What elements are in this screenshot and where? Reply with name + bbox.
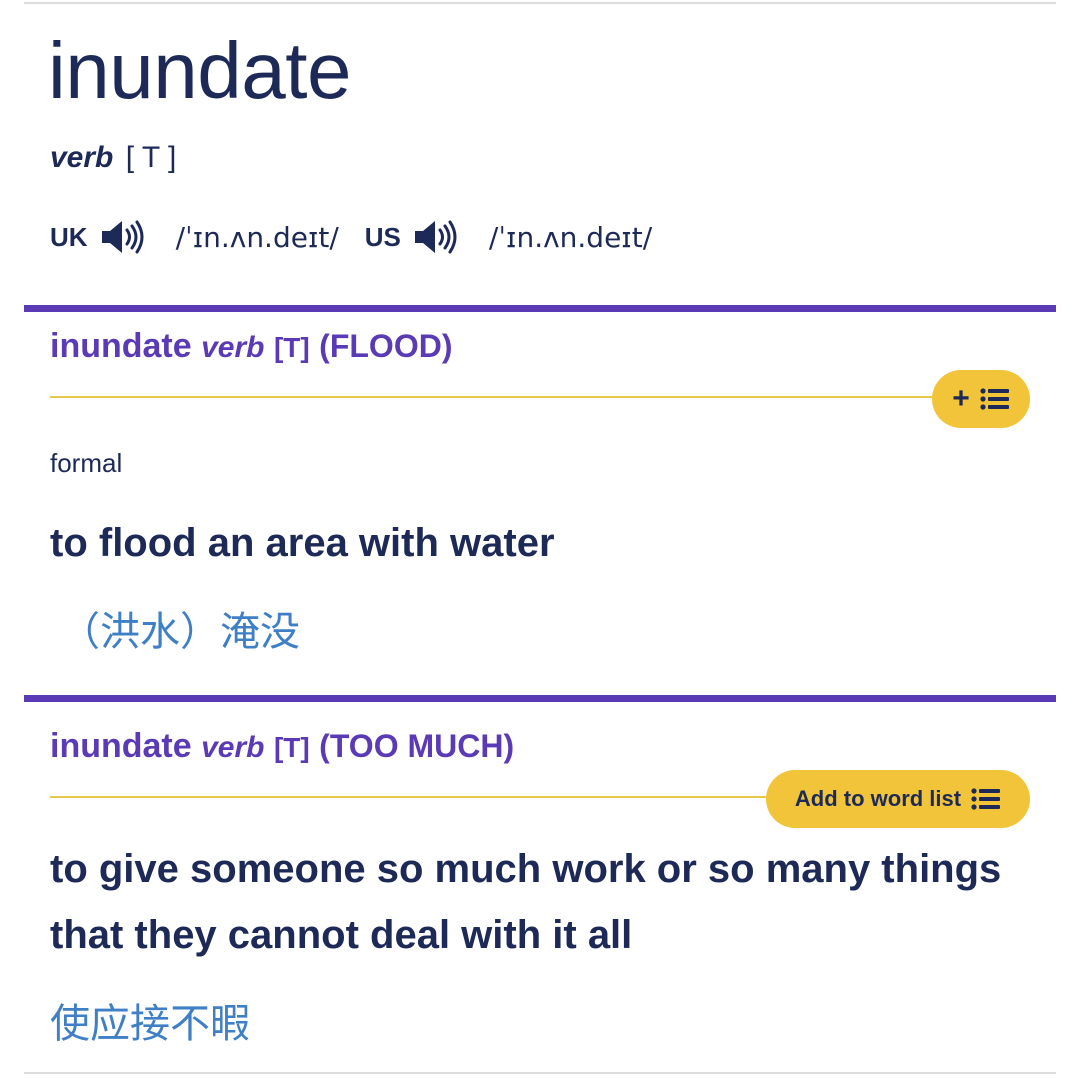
part-of-speech: verb [50,141,114,174]
uk-speaker-icon[interactable] [98,217,146,257]
region-label-uk: UK [50,221,88,252]
sense-divider [24,305,1056,312]
plus-label: + [952,382,970,415]
sense-pos: verb [201,331,265,364]
headword-title: inundate [48,26,351,115]
add-to-word-list-button[interactable]: Add to word list [766,770,1030,828]
translation-text: 使应接不暇 [50,1001,250,1047]
list-icon [971,787,1001,811]
sense-pos: verb [201,731,265,764]
sense-divider [24,695,1056,702]
sense-underline [50,796,780,798]
definition-text: to flood an area with water [50,521,555,565]
add-to-word-list-label: Add to word list [794,786,962,811]
grammar-code: [ T ] [125,141,177,174]
sense-grammar: [T] [273,732,310,763]
sense-title-flood: inundate verb [T] (FLOOD) [50,326,452,368]
region-label-us: US [364,221,401,252]
sense-guideword: (FLOOD) [319,328,453,364]
sense-headword: inundate [50,727,192,765]
us-speaker-icon[interactable] [411,217,459,257]
sense-grammar: [T] [273,332,310,363]
add-to-word-list-button[interactable]: + [932,370,1030,428]
definition-text: to give someone so much work or so many … [50,847,1002,957]
top-divider [24,2,1056,4]
sense-underline [50,396,940,398]
list-icon [980,387,1010,411]
register-label: formal [50,448,123,478]
sense-guideword: (TOO MUCH) [319,728,515,764]
sense-headword: inundate [50,327,192,365]
part-of-speech-line: verb [ T ] [50,140,176,176]
bottom-divider [24,1072,1056,1074]
translation-text: （洪水）淹没 [60,609,300,655]
ipa-us: /ˈɪn.ʌn.deɪt/ [488,220,653,254]
dictionary-page: inundate verb [ T ] UK /ˈɪn.ʌn.deɪt/ US … [0,0,1080,1078]
ipa-uk: /ˈɪn.ʌn.deɪt/ [175,220,339,254]
pronunciation-row: UK /ˈɪn.ʌn.deɪt/ US /ˈɪn.ʌn.deɪt/ [50,212,678,262]
sense-title-too-much: inundate verb [T] (TOO MUCH) [50,726,514,768]
